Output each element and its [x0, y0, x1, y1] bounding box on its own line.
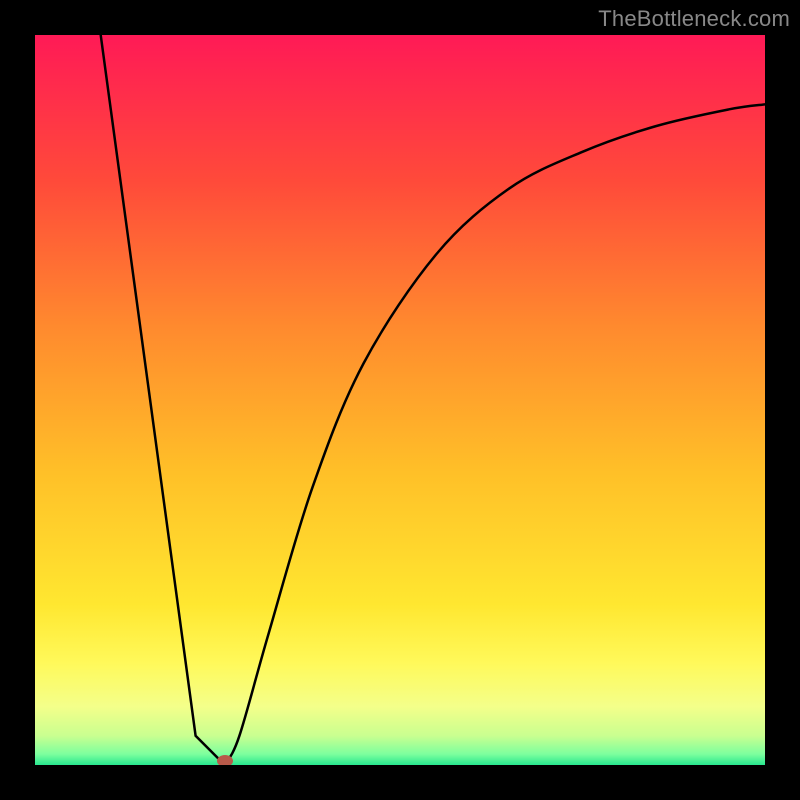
bottleneck-curve: [35, 35, 765, 765]
curve-right-segment: [225, 104, 765, 765]
curve-left-segment: [101, 35, 225, 765]
optimal-point-marker: [217, 755, 233, 765]
plot-area: [35, 35, 765, 765]
chart-frame: TheBottleneck.com: [0, 0, 800, 800]
watermark-text: TheBottleneck.com: [598, 6, 790, 32]
